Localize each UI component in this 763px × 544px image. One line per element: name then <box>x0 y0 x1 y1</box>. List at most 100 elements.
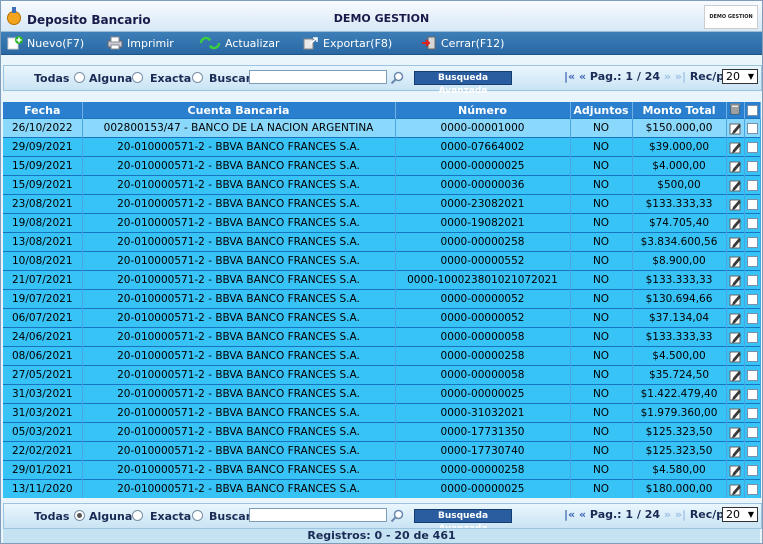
table-row[interactable]: 22/02/2021 20-010000571-2 - BBVA BANCO FR… <box>3 441 761 461</box>
cell-edit[interactable] <box>726 270 745 290</box>
col-fecha[interactable]: Fecha <box>3 102 83 119</box>
edit-icon[interactable] <box>729 293 742 306</box>
cell-edit[interactable] <box>726 422 745 442</box>
prev-page-button[interactable]: « <box>579 70 586 83</box>
edit-icon[interactable] <box>729 274 742 287</box>
cell-edit[interactable] <box>726 327 745 347</box>
alguna-radio[interactable] <box>132 72 143 83</box>
edit-icon[interactable] <box>729 255 742 268</box>
search-icon[interactable] <box>390 509 404 523</box>
prev-page-button[interactable]: « <box>579 508 586 521</box>
cell-select[interactable] <box>744 175 761 195</box>
cell-select[interactable] <box>744 232 761 252</box>
col-select-all[interactable] <box>744 102 761 119</box>
last-page-button[interactable]: »| <box>675 508 686 521</box>
first-page-button[interactable]: |« <box>564 70 575 83</box>
table-row[interactable]: 31/03/2021 20-010000571-2 - BBVA BANCO FR… <box>3 384 761 404</box>
table-row[interactable]: 29/09/2021 20-010000571-2 - BBVA BANCO FR… <box>3 137 761 157</box>
cell-edit[interactable] <box>726 365 745 385</box>
row-checkbox[interactable] <box>746 141 758 153</box>
row-checkbox[interactable] <box>746 293 758 305</box>
cell-select[interactable] <box>744 213 761 233</box>
table-row[interactable]: 21/07/2021 20-010000571-2 - BBVA BANCO FR… <box>3 270 761 290</box>
col-adjuntos[interactable]: Adjuntos <box>570 102 633 119</box>
cell-edit[interactable] <box>726 308 745 328</box>
cell-edit[interactable] <box>726 213 745 233</box>
table-row[interactable]: 10/08/2021 20-010000571-2 - BBVA BANCO FR… <box>3 251 761 271</box>
records-per-page-select[interactable]: 20 ▼ <box>722 69 758 84</box>
cell-select[interactable] <box>744 156 761 176</box>
row-checkbox[interactable] <box>746 369 758 381</box>
row-checkbox[interactable] <box>746 483 758 495</box>
table-row[interactable]: 29/01/2021 20-010000571-2 - BBVA BANCO FR… <box>3 460 761 480</box>
table-row[interactable]: 27/05/2021 20-010000571-2 - BBVA BANCO FR… <box>3 365 761 385</box>
edit-icon[interactable] <box>729 483 742 496</box>
table-row[interactable]: 31/03/2021 20-010000571-2 - BBVA BANCO FR… <box>3 403 761 423</box>
row-checkbox[interactable] <box>746 331 758 343</box>
edit-icon[interactable] <box>729 141 742 154</box>
cell-select[interactable] <box>744 403 761 423</box>
cell-select[interactable] <box>744 194 761 214</box>
table-row[interactable]: 24/06/2021 20-010000571-2 - BBVA BANCO FR… <box>3 327 761 347</box>
cell-edit[interactable] <box>726 175 745 195</box>
edit-icon[interactable] <box>729 445 742 458</box>
row-checkbox[interactable] <box>746 426 758 438</box>
cell-select[interactable] <box>744 251 761 271</box>
edit-icon[interactable] <box>729 369 742 382</box>
edit-icon[interactable] <box>729 179 742 192</box>
row-checkbox[interactable] <box>746 160 758 172</box>
alguna-radio[interactable] <box>132 510 143 521</box>
edit-icon[interactable] <box>729 331 742 344</box>
records-per-page-select[interactable]: 20 ▼ <box>722 507 758 522</box>
table-row[interactable]: 23/08/2021 20-010000571-2 - BBVA BANCO FR… <box>3 194 761 214</box>
edit-icon[interactable] <box>729 122 742 135</box>
advanced-search-button[interactable]: Busqueda Avanzada <box>414 509 512 534</box>
cell-select[interactable] <box>744 137 761 157</box>
row-checkbox[interactable] <box>746 445 758 457</box>
row-checkbox[interactable] <box>746 312 758 324</box>
row-checkbox[interactable] <box>746 464 758 476</box>
edit-icon[interactable] <box>729 312 742 325</box>
search-input[interactable] <box>249 70 387 84</box>
cell-select[interactable] <box>744 289 761 309</box>
edit-icon[interactable] <box>729 236 742 249</box>
cell-select[interactable] <box>744 441 761 461</box>
cell-select[interactable] <box>744 270 761 290</box>
cell-edit[interactable] <box>726 441 745 461</box>
row-checkbox[interactable] <box>746 198 758 210</box>
table-row[interactable]: 19/08/2021 20-010000571-2 - BBVA BANCO FR… <box>3 213 761 233</box>
cell-select[interactable] <box>744 460 761 480</box>
cell-edit[interactable] <box>726 251 745 271</box>
row-checkbox[interactable] <box>746 255 758 267</box>
actualizar-button[interactable]: Actualizar <box>199 35 280 51</box>
cell-select[interactable] <box>744 384 761 404</box>
cell-edit[interactable] <box>726 346 745 366</box>
edit-icon[interactable] <box>729 350 742 363</box>
exacta-radio[interactable] <box>192 510 203 521</box>
last-page-button[interactable]: »| <box>675 70 686 83</box>
cell-edit[interactable] <box>726 460 745 480</box>
cell-select[interactable] <box>744 327 761 347</box>
cell-edit[interactable] <box>726 384 745 404</box>
col-numero[interactable]: Número <box>395 102 571 119</box>
row-checkbox[interactable] <box>746 217 758 229</box>
edit-icon[interactable] <box>729 217 742 230</box>
col-monto[interactable]: Monto Total <box>632 102 727 119</box>
advanced-search-button[interactable]: Busqueda Avanzada <box>414 71 512 96</box>
row-checkbox[interactable] <box>746 388 758 400</box>
edit-icon[interactable] <box>729 464 742 477</box>
cell-select[interactable] <box>744 365 761 385</box>
imprimir-button[interactable]: Imprimir <box>107 35 174 51</box>
cell-edit[interactable] <box>726 194 745 214</box>
row-checkbox[interactable] <box>746 407 758 419</box>
row-checkbox[interactable] <box>746 350 758 362</box>
cell-edit[interactable] <box>726 232 745 252</box>
table-row[interactable]: 08/06/2021 20-010000571-2 - BBVA BANCO FR… <box>3 346 761 366</box>
search-input[interactable] <box>249 508 387 522</box>
row-checkbox[interactable] <box>746 236 758 248</box>
table-row[interactable]: 19/07/2021 20-010000571-2 - BBVA BANCO FR… <box>3 289 761 309</box>
cell-select[interactable] <box>744 422 761 442</box>
edit-icon[interactable] <box>729 198 742 211</box>
edit-icon[interactable] <box>729 426 742 439</box>
table-row[interactable]: 13/11/2020 20-010000571-2 - BBVA BANCO FR… <box>3 479 761 498</box>
